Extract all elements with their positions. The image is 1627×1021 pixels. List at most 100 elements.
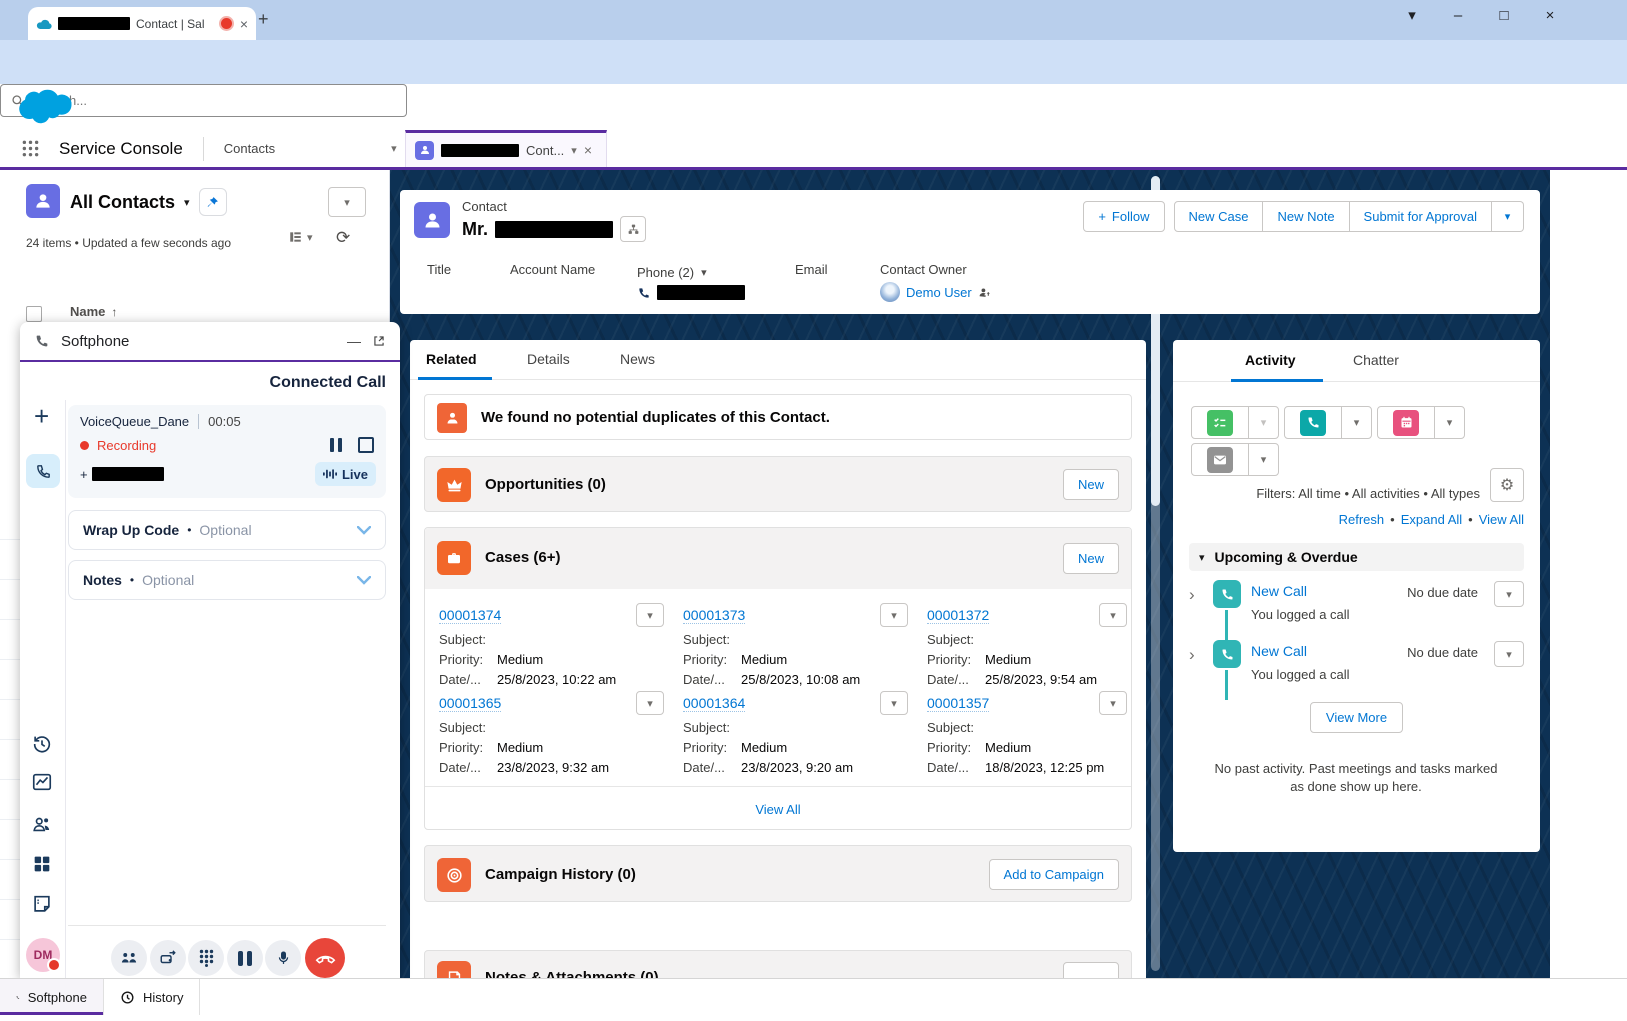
case-row-menu-button[interactable]: ▾ <box>636 691 664 715</box>
subtab-chevron-icon[interactable]: ▾ <box>571 144 577 157</box>
cases-title[interactable]: Cases (6+) <box>485 549 560 566</box>
chevron-down-icon[interactable]: ▾ <box>1261 453 1267 466</box>
view-all-link[interactable]: View All <box>1479 512 1524 527</box>
case-row-menu-button[interactable]: ▾ <box>1099 603 1127 627</box>
select-all-checkbox[interactable] <box>26 306 42 322</box>
campaign-title[interactable]: Campaign History (0) <box>485 866 636 883</box>
window-close-button[interactable]: × <box>1533 7 1567 24</box>
window-minimize-button[interactable]: – <box>1441 7 1475 24</box>
chevron-down-icon[interactable] <box>357 576 371 585</box>
log-call-button[interactable]: ▾ <box>1284 406 1372 439</box>
new-task-button[interactable]: ▾ <box>1191 406 1279 439</box>
new-call-plus-icon[interactable]: + <box>34 404 49 428</box>
timeline-title-link[interactable]: New Call <box>1251 583 1307 599</box>
pin-list-button[interactable] <box>199 188 227 216</box>
utility-tab-history[interactable]: History <box>104 979 200 1015</box>
opportunities-title[interactable]: Opportunities (0) <box>485 476 606 493</box>
nav-tab-chevron-icon[interactable]: ▾ <box>391 142 397 155</box>
timeline-title-link[interactable]: New Call <box>1251 643 1307 659</box>
case-number-link[interactable]: 00001373 <box>683 607 745 624</box>
notes-pad-icon[interactable] <box>31 893 53 915</box>
tab-related[interactable]: Related <box>426 351 477 367</box>
notes-attachments-action-button[interactable] <box>1063 962 1119 978</box>
subtab-close-icon[interactable]: × <box>584 142 592 158</box>
tab-activity[interactable]: Activity <box>1245 352 1296 368</box>
global-search-input[interactable] <box>33 92 396 109</box>
stop-recording-icon[interactable] <box>358 437 374 453</box>
more-actions-dropdown-button[interactable]: ▾ <box>1492 201 1524 232</box>
tab-search-chevron-icon[interactable]: ▾ <box>1395 6 1429 24</box>
refresh-link[interactable]: Refresh <box>1339 512 1385 527</box>
case-row-menu-button[interactable]: ▾ <box>880 691 908 715</box>
timeline-item-menu-button[interactable]: ▾ <box>1494 581 1524 607</box>
follow-button[interactable]: + Follow <box>1083 201 1164 232</box>
case-number-link[interactable]: 00001357 <box>927 695 989 712</box>
wrapup-field[interactable]: Wrap Up Code • Optional <box>68 510 386 550</box>
case-row-menu-button[interactable]: ▾ <box>636 603 664 627</box>
case-row-menu-button[interactable]: ▾ <box>880 603 908 627</box>
agents-icon[interactable] <box>31 813 53 835</box>
app-launcher-waffle-icon[interactable] <box>22 140 39 157</box>
notes-attachments-title[interactable]: Notes & Attachments (0) <box>485 969 659 978</box>
nav-tab-contacts[interactable]: Contacts <box>224 141 275 156</box>
case-number-link[interactable]: 00001374 <box>439 607 501 624</box>
conference-button[interactable] <box>111 940 147 976</box>
apps-grid-icon[interactable] <box>31 853 53 875</box>
case-row-menu-button[interactable]: ▾ <box>1099 691 1127 715</box>
cases-view-all-link[interactable]: View All <box>755 802 800 817</box>
hierarchy-button[interactable] <box>620 216 646 242</box>
browser-tab[interactable]: Contact | Sal × <box>28 7 256 40</box>
end-call-button[interactable] <box>305 938 345 978</box>
list-view-chevron-icon[interactable]: ▾ <box>184 196 190 209</box>
app-name[interactable]: Service Console <box>59 139 183 159</box>
dialpad-button[interactable] <box>188 940 224 976</box>
active-call-rail-icon[interactable] <box>26 454 60 488</box>
call-history-icon[interactable] <box>31 733 53 755</box>
new-opportunity-button[interactable]: New <box>1063 469 1119 500</box>
owner-link[interactable]: Demo User <box>906 285 972 300</box>
utility-tab-softphone[interactable]: Softphone <box>0 979 104 1015</box>
add-to-campaign-button[interactable]: Add to Campaign <box>989 859 1119 890</box>
refresh-list-icon[interactable]: ⟳ <box>336 228 350 248</box>
expand-chevron-icon[interactable]: › <box>1189 585 1195 605</box>
new-case-button[interactable]: New Case <box>1174 201 1264 232</box>
chevron-down-icon[interactable]: ▾ <box>1354 416 1360 429</box>
section-collapse-icon[interactable]: ▾ <box>1199 551 1205 564</box>
phone-dropdown-icon[interactable]: ▾ <box>701 266 707 279</box>
agent-avatar[interactable]: DM <box>26 938 60 972</box>
tab-chatter[interactable]: Chatter <box>1353 352 1399 368</box>
email-button[interactable]: ▾ <box>1191 443 1279 476</box>
display-as-button[interactable]: ▾ <box>288 230 313 244</box>
expand-all-link[interactable]: Expand All <box>1401 512 1462 527</box>
pause-recording-icon[interactable] <box>330 438 342 452</box>
popout-icon[interactable] <box>372 334 386 348</box>
view-more-button[interactable]: View More <box>1310 702 1403 733</box>
chevron-down-icon[interactable]: ▾ <box>1447 416 1453 429</box>
timeline-item-menu-button[interactable]: ▾ <box>1494 641 1524 667</box>
new-tab-button[interactable]: + <box>258 9 269 30</box>
notes-field[interactable]: Notes • Optional <box>68 560 386 600</box>
case-number-link[interactable]: 00001364 <box>683 695 745 712</box>
workspace-subtab-contact[interactable]: Cont... ▾ × <box>405 130 607 167</box>
hold-button[interactable] <box>227 940 263 976</box>
activity-filters-text[interactable]: Filters: All time • All activities • All… <box>1256 486 1480 501</box>
expand-chevron-icon[interactable]: › <box>1189 645 1195 665</box>
chevron-down-icon[interactable] <box>357 526 371 535</box>
window-maximize-button[interactable]: □ <box>1487 7 1521 24</box>
new-note-button[interactable]: New Note <box>1263 201 1349 232</box>
new-case-list-button[interactable]: New <box>1063 543 1119 574</box>
minimize-icon[interactable]: — <box>347 333 361 349</box>
change-owner-icon[interactable] <box>978 286 991 299</box>
salesforce-logo[interactable] <box>14 86 74 126</box>
analytics-icon[interactable] <box>31 771 53 793</box>
chevron-down-icon[interactable]: ▾ <box>1261 416 1267 429</box>
list-actions-dropdown-button[interactable]: ▾ <box>328 187 366 217</box>
upcoming-overdue-section[interactable]: ▾ Upcoming & Overdue <box>1189 543 1524 571</box>
new-event-button[interactable]: ▾ <box>1377 406 1465 439</box>
tab-close-icon[interactable]: × <box>240 16 248 32</box>
activity-settings-button[interactable]: ⚙ <box>1490 468 1524 502</box>
case-number-link[interactable]: 00001365 <box>439 695 501 712</box>
mute-button[interactable] <box>265 940 301 976</box>
tab-news[interactable]: News <box>620 351 655 367</box>
column-header-name[interactable]: Name <box>70 304 105 319</box>
